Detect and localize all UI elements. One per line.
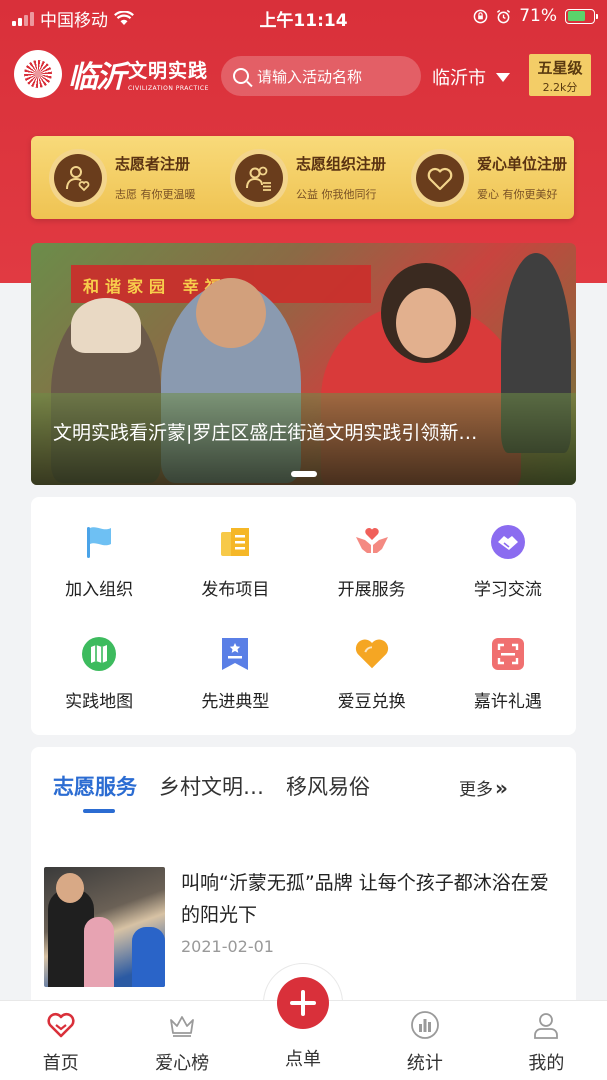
handshake-icon — [489, 523, 527, 561]
tabbar-love-ranking[interactable]: 爱心榜 — [121, 1001, 242, 1080]
banner-title: 文明实践看沂蒙|罗庄区盛庄街道文明实践引领新… — [53, 422, 478, 444]
heart-icon — [411, 148, 469, 207]
tabbar-home[interactable]: 首页 — [0, 1001, 121, 1080]
tabbar-profile[interactable]: 我的 — [486, 1001, 607, 1080]
menu-label: 加入组织 — [65, 579, 134, 600]
bookmark-star-icon — [216, 635, 254, 673]
tabbar-label: 我的 — [528, 1053, 565, 1074]
level-label: 五星级 — [537, 59, 583, 77]
logo-text: 文明实践 CIVILIZATION PRACTICE — [128, 56, 209, 92]
heart-exchange-icon — [353, 635, 391, 673]
logo-emblem-icon — [14, 50, 62, 98]
news-thumbnail — [44, 867, 165, 987]
menu-publish-project[interactable]: 发布项目 — [167, 505, 303, 617]
menu-label: 发布项目 — [201, 579, 270, 600]
reg-title: 志愿组织注册 — [296, 155, 387, 173]
status-bar: 中国移动 上午11:14 71% — [0, 0, 607, 34]
home-heart-icon — [45, 1009, 77, 1041]
reg-title: 爱心单位注册 — [477, 155, 568, 173]
chart-icon — [409, 1009, 441, 1041]
order-button[interactable] — [277, 977, 329, 1029]
registration-card: 志愿者注册 志愿 有你更温暖 志愿组织注册 公益 你我他同行 爱心单位注册 爱心… — [31, 136, 574, 219]
more-label: 更多 — [459, 780, 493, 800]
hands-heart-icon — [353, 523, 391, 561]
menu-label: 嘉许礼遇 — [473, 691, 542, 712]
tab-rural-civilization[interactable]: 乡村文明… — [159, 771, 264, 801]
reg-subtitle: 爱心 有你更美好 — [477, 188, 558, 201]
star-level-badge[interactable]: 五星级 2.2k分 — [529, 54, 591, 96]
search-icon — [233, 68, 249, 84]
search-input[interactable]: 请输入活动名称 — [221, 56, 421, 96]
menu-advanced-models[interactable]: 先进典型 — [167, 617, 303, 729]
rotation-lock-icon — [473, 9, 488, 23]
city-selector[interactable]: 临沂市 — [432, 64, 510, 90]
carousel-dot — [290, 471, 317, 477]
battery-percent: 71% — [519, 6, 557, 26]
menu-heart-exchange[interactable]: 爱豆兑换 — [304, 617, 440, 729]
menu-label: 学习交流 — [473, 579, 542, 600]
chevron-down-icon — [496, 72, 510, 82]
menu-practice-map[interactable]: 实践地图 — [31, 617, 167, 729]
volunteer-heart-icon — [49, 148, 107, 207]
unit-register-button[interactable]: 爱心单位注册 爱心 有你更美好 — [393, 136, 574, 219]
flag-icon — [80, 523, 118, 561]
reg-title: 志愿者注册 — [115, 155, 191, 173]
plus-icon — [290, 990, 316, 1016]
carousel-indicator — [31, 471, 576, 477]
tabbar-label: 爱心榜 — [155, 1053, 210, 1074]
logo-calligraphy: 临沂 — [68, 60, 126, 95]
news-date: 2021-02-01 — [181, 937, 274, 956]
reg-subtitle: 公益 你我他同行 — [296, 188, 377, 201]
double-chevron-right-icon: » — [495, 775, 508, 800]
menu-label: 实践地图 — [65, 691, 134, 712]
reg-subtitle: 志愿 有你更温暖 — [115, 188, 196, 201]
menu-label: 爱豆兑换 — [337, 691, 406, 712]
tabbar-label: 统计 — [406, 1053, 443, 1074]
organization-group-icon — [230, 148, 288, 207]
order-label: 点单 — [285, 1049, 321, 1070]
document-icon — [216, 523, 254, 561]
logo-title: 文明实践 — [128, 60, 209, 82]
news-title: 叫响“沂蒙无孤”品牌 让每个孩子都沐浴在爱的阳光下 — [181, 872, 549, 926]
news-tabs: 志愿服务 乡村文明… 移风易俗 — [53, 771, 392, 813]
menu-label: 开展服务 — [337, 579, 406, 600]
app-header: 临沂 文明实践 CIVILIZATION PRACTICE 请输入活动名称 临沂… — [0, 44, 607, 106]
tabbar-statistics[interactable]: 统计 — [364, 1001, 485, 1080]
profile-icon — [530, 1009, 562, 1041]
menu-carry-out-service[interactable]: 开展服务 — [304, 505, 440, 617]
menu-label: 先进典型 — [201, 691, 270, 712]
alarm-icon — [497, 9, 511, 23]
battery-icon — [565, 8, 598, 24]
logo-subtitle: CIVILIZATION PRACTICE — [128, 85, 209, 92]
menu-learning-exchange[interactable]: 学习交流 — [440, 505, 576, 617]
menu-commendation-perks[interactable]: 嘉许礼遇 — [440, 617, 576, 729]
banner-carousel[interactable]: 和谐家园 幸福 文明实践看沂蒙|罗庄区盛庄街道文明实践引领新… — [31, 243, 576, 485]
tab-volunteer-service[interactable]: 志愿服务 — [53, 771, 137, 813]
city-label: 临沂市 — [432, 68, 486, 89]
volunteer-register-button[interactable]: 志愿者注册 志愿 有你更温暖 — [31, 136, 212, 219]
menu-join-organization[interactable]: 加入组织 — [31, 505, 167, 617]
tab-custom-reform[interactable]: 移风易俗 — [286, 771, 370, 801]
app-logo: 临沂 文明实践 CIVILIZATION PRACTICE — [14, 50, 209, 98]
feature-menu: 加入组织 发布项目 开展服务 学习交流 实践地图 先进典型 爱豆兑换 嘉许礼遇 — [31, 497, 576, 735]
status-right: 71% — [473, 6, 598, 26]
scan-frame-icon — [489, 635, 527, 673]
search-placeholder: 请输入活动名称 — [257, 67, 363, 86]
tabbar-label: 首页 — [42, 1053, 79, 1074]
organization-register-button[interactable]: 志愿组织注册 公益 你我他同行 — [212, 136, 393, 219]
more-link[interactable]: 更多 » — [459, 775, 508, 801]
crown-icon — [166, 1009, 198, 1041]
map-icon — [80, 635, 118, 673]
points-label: 2.2k分 — [542, 81, 578, 94]
